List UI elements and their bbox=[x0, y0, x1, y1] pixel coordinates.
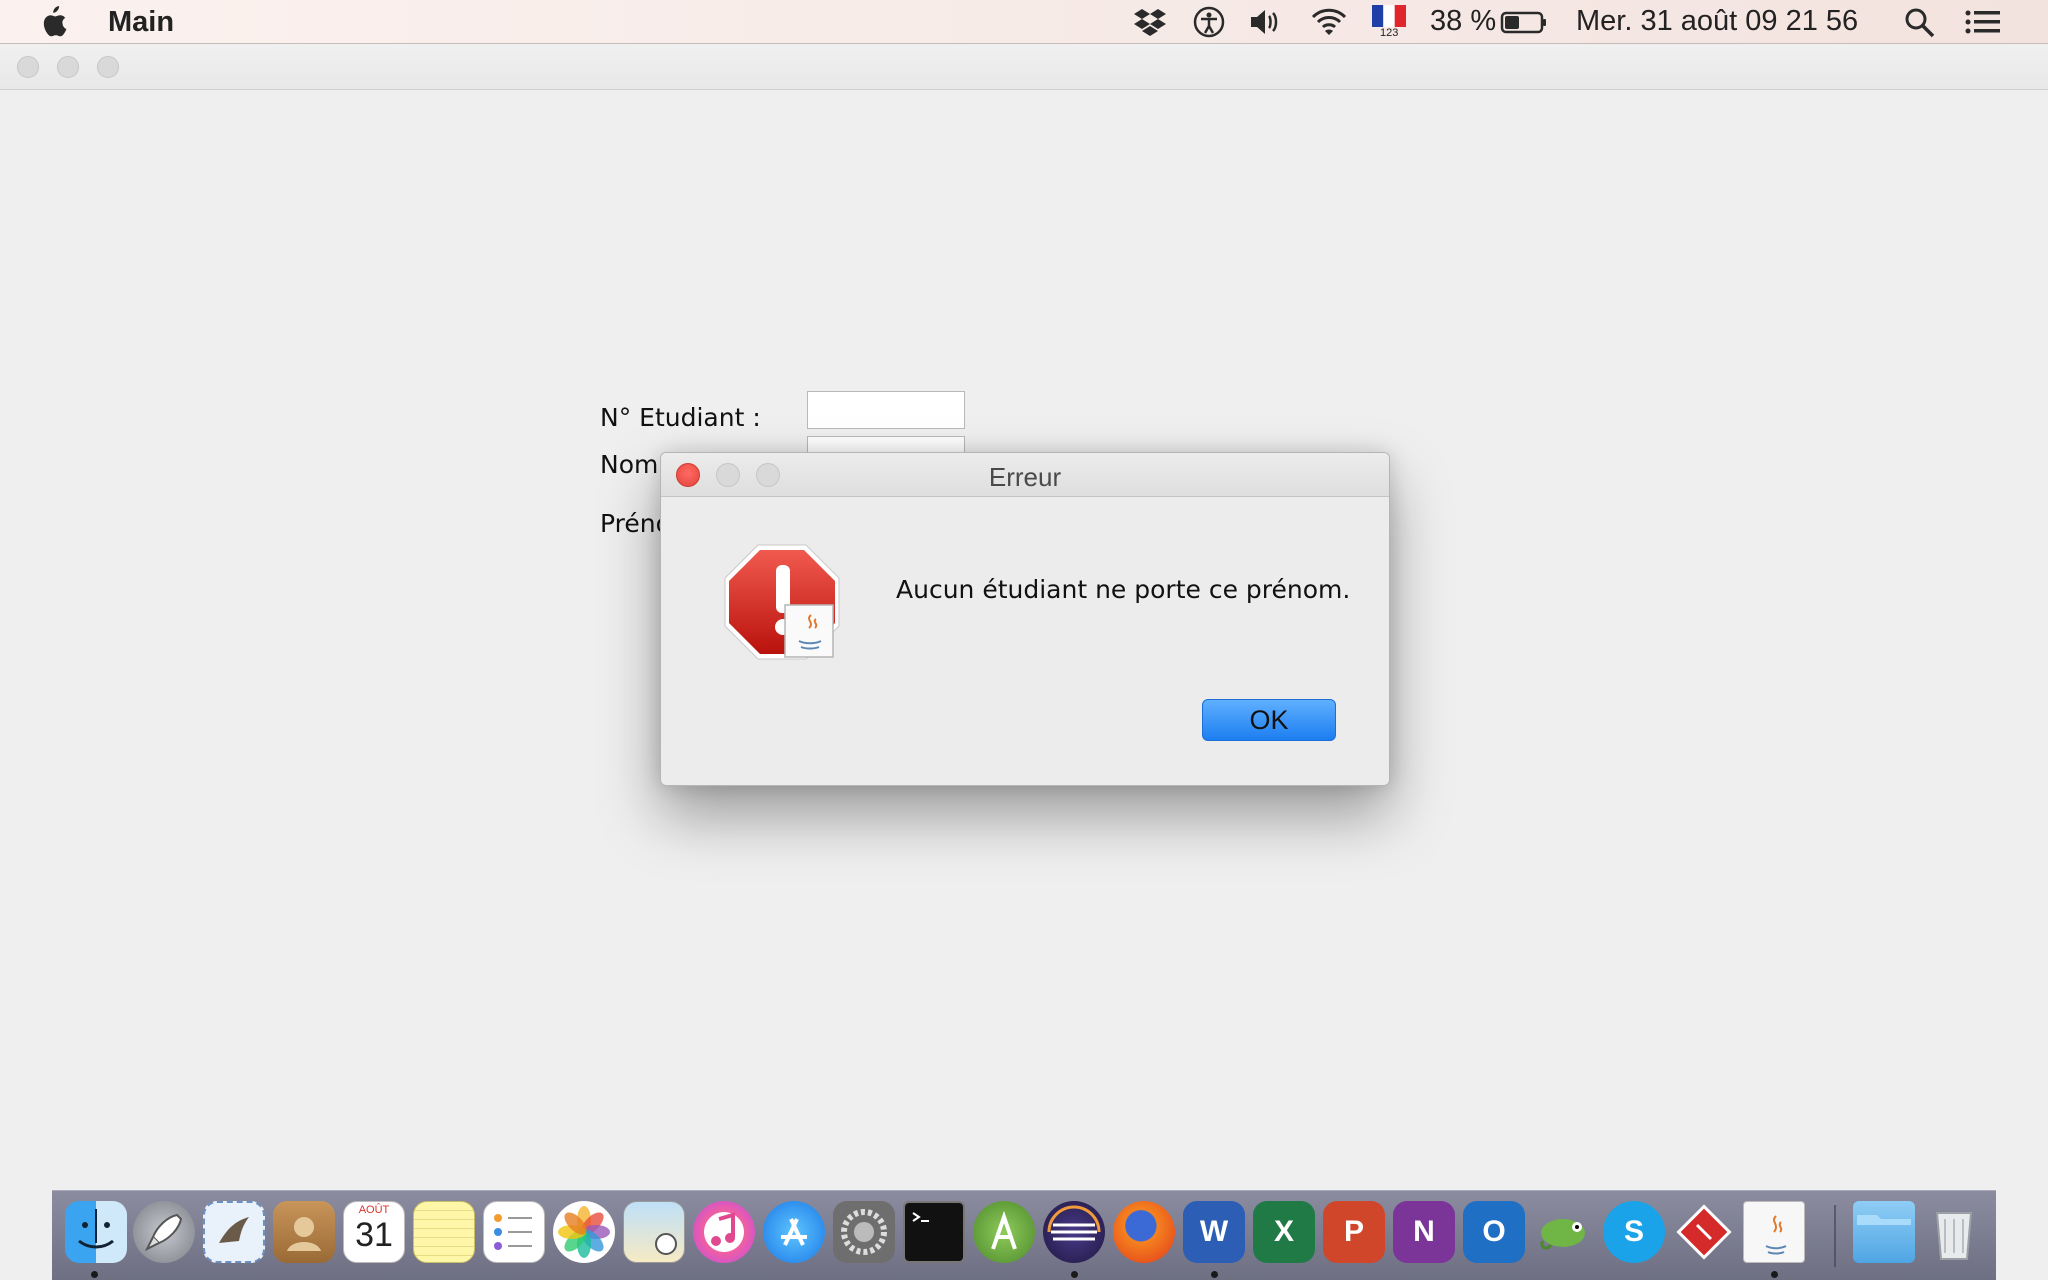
git-icon bbox=[1676, 1204, 1732, 1260]
close-button[interactable] bbox=[17, 56, 39, 78]
app-store-icon bbox=[781, 1218, 807, 1246]
dock-excel[interactable]: X bbox=[1253, 1201, 1315, 1263]
dock-notes[interactable] bbox=[413, 1201, 475, 1263]
finder-icon bbox=[78, 1209, 114, 1249]
dock-app-store[interactable] bbox=[763, 1201, 825, 1263]
dock-chameleon[interactable] bbox=[1533, 1201, 1595, 1263]
dialog-title: Erreur bbox=[988, 462, 1062, 492]
dock-preview[interactable] bbox=[623, 1201, 685, 1263]
wifi-icon[interactable] bbox=[1309, 6, 1349, 38]
notes-icon bbox=[414, 1202, 474, 1262]
chameleon-icon bbox=[1540, 1219, 1585, 1250]
input-source[interactable]: 123 bbox=[1372, 5, 1406, 41]
notification-center-icon[interactable] bbox=[1964, 6, 2004, 38]
zoom-button[interactable] bbox=[97, 56, 119, 78]
reminders-icon bbox=[494, 1214, 532, 1250]
photos-icon bbox=[558, 1206, 610, 1258]
dock: AOÛT 31 W X P N O S bbox=[52, 1190, 1996, 1280]
word-icon: W bbox=[1199, 1215, 1229, 1248]
dropbox-icon[interactable] bbox=[1133, 6, 1167, 38]
ok-button[interactable]: OK bbox=[1202, 699, 1336, 741]
folder-icon bbox=[1857, 1215, 1911, 1225]
spotlight-icon[interactable] bbox=[1903, 6, 1937, 38]
dock-separator bbox=[1834, 1205, 1836, 1267]
outlook-icon: O bbox=[1482, 1215, 1506, 1248]
dock-git-client[interactable] bbox=[1673, 1201, 1735, 1263]
dialog-titlebar[interactable]: Erreur bbox=[661, 453, 1389, 497]
eclipse-icon bbox=[1047, 1205, 1101, 1241]
dock-android-studio[interactable] bbox=[973, 1201, 1035, 1263]
firefox-icon bbox=[1113, 1201, 1175, 1263]
dock-downloads-folder[interactable] bbox=[1853, 1201, 1915, 1263]
gear-icon bbox=[841, 1209, 887, 1255]
mail-stamp-icon bbox=[219, 1217, 249, 1243]
dock-outlook[interactable]: O bbox=[1463, 1201, 1525, 1263]
student-number-label: N° Etudiant : bbox=[600, 403, 761, 432]
accessibility-icon[interactable] bbox=[1192, 6, 1226, 38]
dock-calendar[interactable]: AOÛT 31 bbox=[343, 1201, 405, 1263]
running-indicator bbox=[1211, 1271, 1218, 1278]
error-stop-icon bbox=[724, 544, 840, 660]
contacts-icon bbox=[287, 1217, 321, 1251]
main-window-titlebar[interactable] bbox=[0, 45, 2048, 90]
onenote-icon: N bbox=[1413, 1215, 1435, 1248]
running-indicator bbox=[1071, 1271, 1078, 1278]
dock-mail[interactable] bbox=[203, 1201, 265, 1263]
rocket-icon bbox=[144, 1213, 183, 1252]
dock-word[interactable]: W bbox=[1183, 1201, 1245, 1263]
dock-powerpoint[interactable]: P bbox=[1323, 1201, 1385, 1263]
app-menu-title[interactable]: Main bbox=[108, 6, 174, 39]
dialog-message: Aucun étudiant ne porte ce prénom. bbox=[896, 575, 1351, 604]
dock-system-preferences[interactable] bbox=[833, 1201, 895, 1263]
java-badge-icon bbox=[784, 604, 834, 658]
calendar-day: 31 bbox=[355, 1216, 393, 1254]
running-indicator bbox=[91, 1271, 98, 1278]
battery-icon[interactable] bbox=[1500, 6, 1548, 38]
dock-photos[interactable] bbox=[553, 1201, 615, 1263]
calendar-month: AOÛT bbox=[358, 1204, 390, 1216]
skype-icon: S bbox=[1623, 1215, 1644, 1248]
dock-itunes[interactable] bbox=[693, 1201, 755, 1263]
battery-percent: 38 % bbox=[1430, 5, 1497, 37]
dock-firefox[interactable] bbox=[1113, 1201, 1175, 1263]
minimize-button[interactable] bbox=[57, 56, 79, 78]
dock-launchpad[interactable] bbox=[133, 1201, 195, 1263]
dock-skype[interactable]: S bbox=[1603, 1201, 1665, 1263]
powerpoint-icon: P bbox=[1343, 1215, 1364, 1248]
dock-trash[interactable] bbox=[1923, 1201, 1985, 1263]
apple-icon[interactable] bbox=[40, 6, 70, 38]
volume-icon[interactable] bbox=[1248, 6, 1282, 38]
android-studio-icon bbox=[991, 1210, 1017, 1250]
name-label: Nom bbox=[600, 450, 659, 479]
input-source-sub: 123 bbox=[1380, 27, 1399, 39]
student-number-field[interactable] bbox=[807, 391, 965, 429]
terminal-icon bbox=[912, 1212, 929, 1222]
preview-icon bbox=[655, 1233, 677, 1255]
clock[interactable]: Mer. 31 août 09 21 56 bbox=[1576, 5, 1858, 38]
running-indicator bbox=[1771, 1271, 1778, 1278]
dock-terminal[interactable] bbox=[903, 1201, 965, 1263]
dock-onenote[interactable]: N bbox=[1393, 1201, 1455, 1263]
music-note-icon bbox=[711, 1212, 735, 1246]
dock-reminders[interactable] bbox=[483, 1201, 545, 1263]
menu-bar: Main 123 38 % Mer. 31 août 09 21 56 bbox=[0, 0, 2048, 44]
java-icon bbox=[1765, 1215, 1787, 1255]
dock-finder[interactable] bbox=[65, 1201, 127, 1263]
dock-java[interactable] bbox=[1743, 1201, 1805, 1263]
excel-icon: X bbox=[1273, 1215, 1294, 1248]
trash-icon bbox=[1935, 1212, 1973, 1260]
dock-contacts[interactable] bbox=[273, 1201, 335, 1263]
dock-eclipse[interactable] bbox=[1043, 1201, 1105, 1263]
flag-fr-icon bbox=[1372, 5, 1406, 27]
error-dialog: Erreur Aucun étudiant ne porte ce prénom… bbox=[660, 452, 1390, 786]
